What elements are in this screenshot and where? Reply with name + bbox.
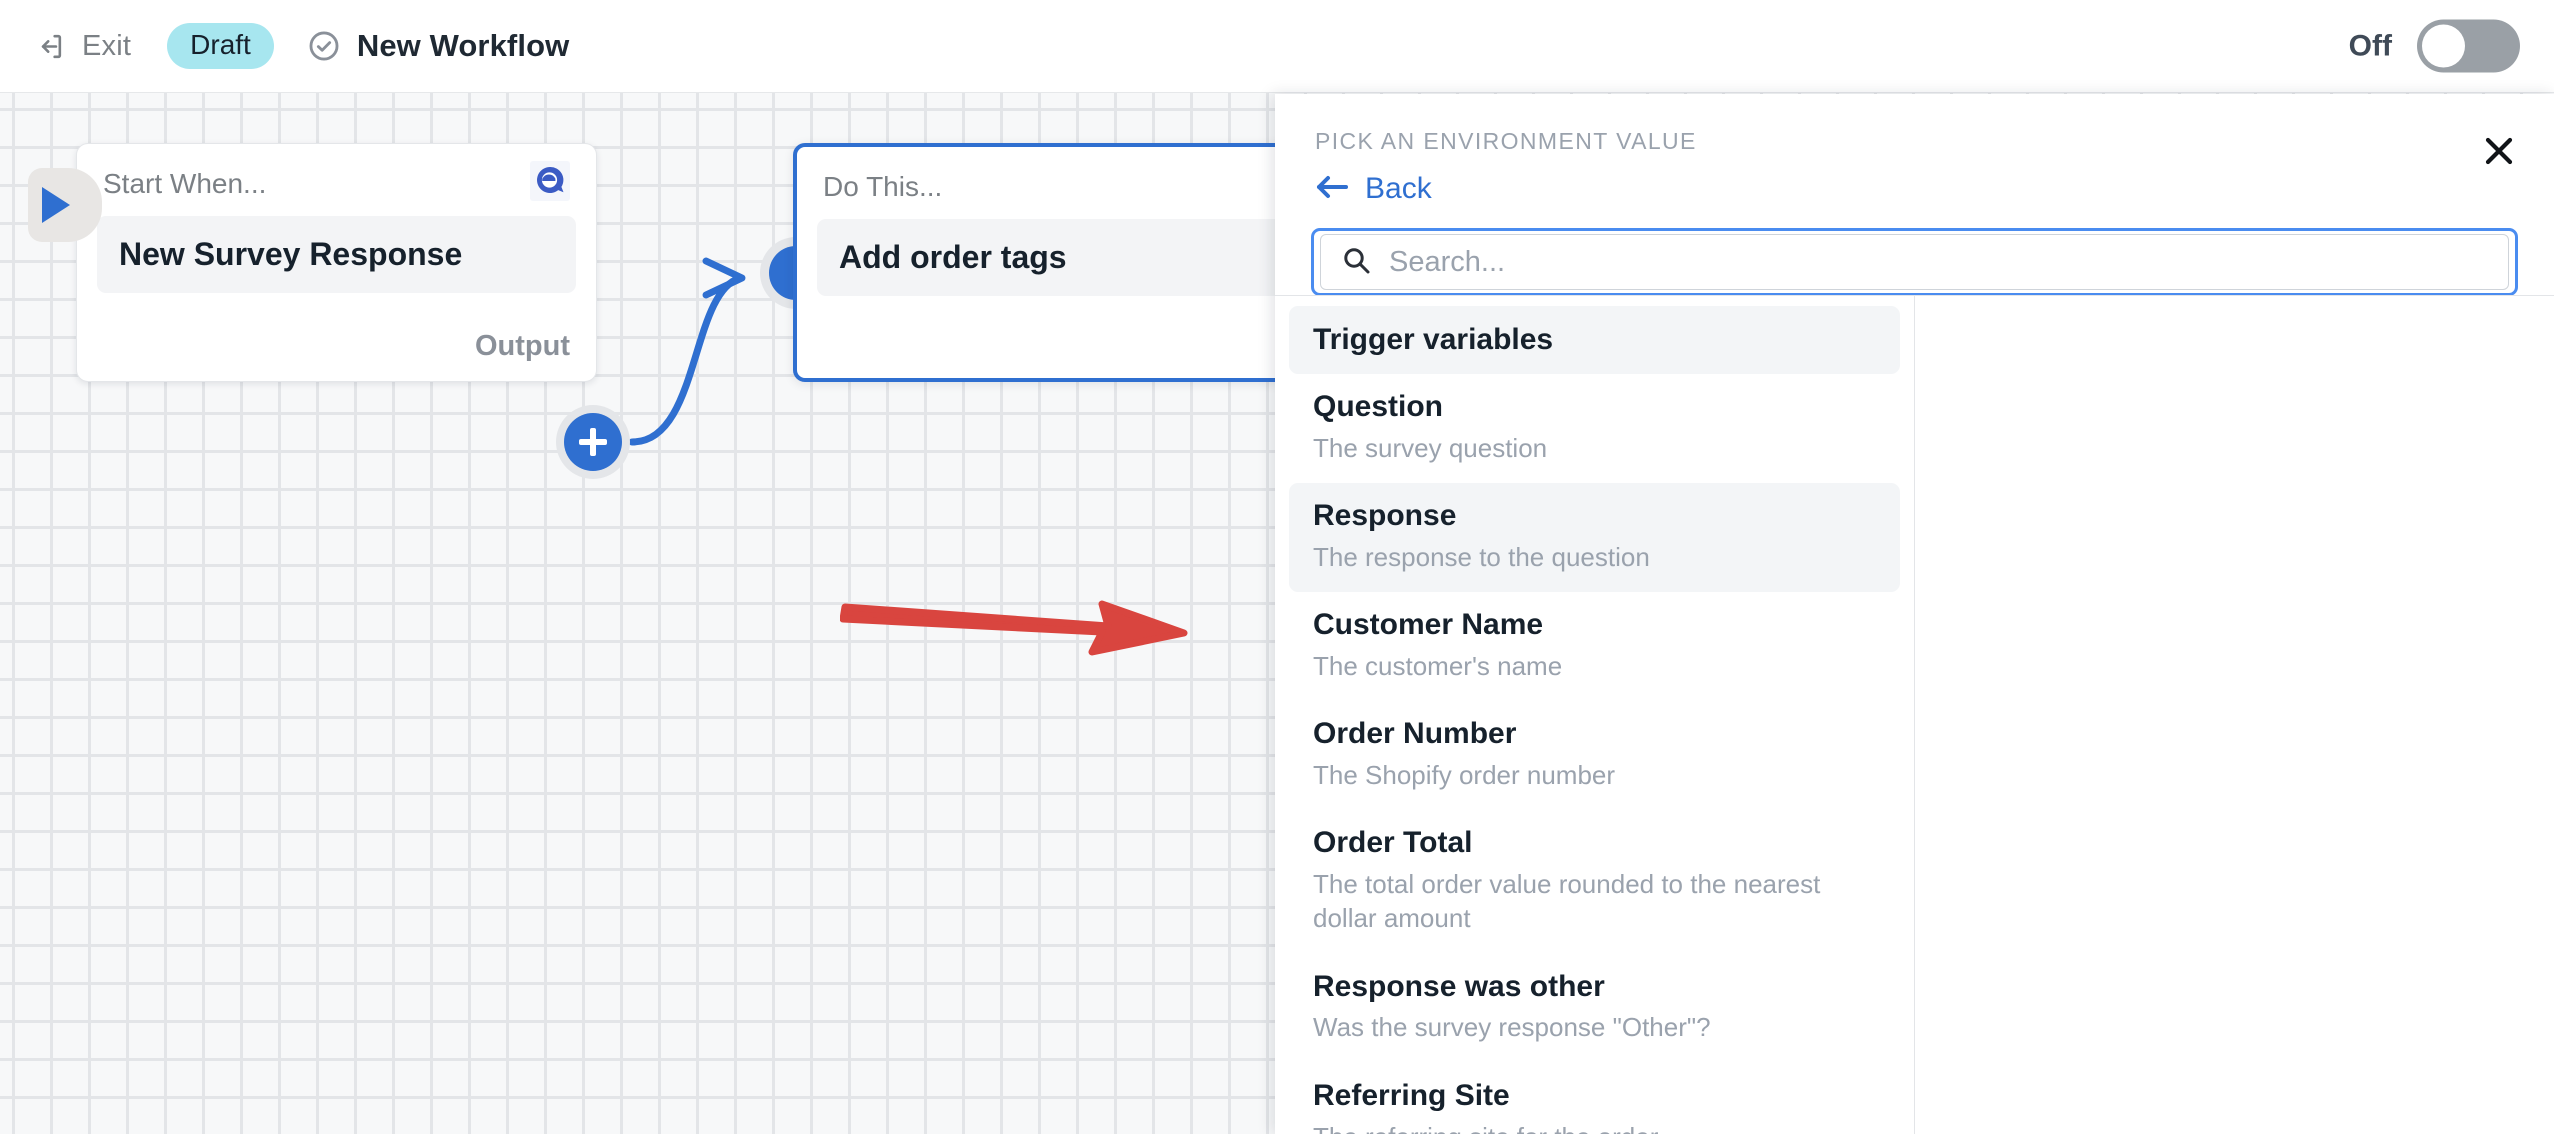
plus-icon [564, 413, 622, 471]
back-label: Back [1365, 172, 1432, 205]
toggle-knob [2422, 24, 2465, 68]
trigger-node-label: Start When... [103, 167, 267, 199]
annotation-arrow-icon [839, 588, 1190, 663]
list-item-title: Referring Site [1313, 1079, 1510, 1113]
list-item[interactable]: Referring Site The referring site for th… [1289, 1063, 1900, 1134]
variable-detail-pane [1915, 296, 2554, 1134]
workflow-editor-screen: Exit Draft New Workflow Off Start When..… [0, 0, 2554, 1134]
trigger-node-header: Start When... [77, 144, 596, 206]
panel-body: Trigger variables Question The survey qu… [1275, 295, 2554, 1134]
trigger-output-label: Output [474, 330, 570, 362]
list-item-title: Customer Name [1313, 608, 1544, 642]
list-item-title: Order Total [1313, 826, 1473, 860]
list-item[interactable]: Order Total The total order value rounde… [1289, 810, 1900, 954]
exit-button[interactable]: Exit [34, 30, 131, 63]
list-item-title: Question [1313, 390, 1444, 423]
variable-group-header: Trigger variables [1289, 306, 1900, 374]
list-item-title: Response was other [1313, 969, 1605, 1003]
list-item-desc: The total order value rounded to the nea… [1313, 868, 1821, 934]
search-field-inner [1320, 234, 2509, 290]
list-item-desc: The referring site for the order [1313, 1120, 1876, 1134]
back-button[interactable]: Back [1315, 172, 1432, 206]
panel-kicker: PICK AN ENVIRONMENT VALUE [1315, 128, 1697, 154]
arrow-left-icon [1315, 173, 1349, 206]
list-item[interactable]: Order Number The Shopify order number [1289, 701, 1900, 810]
survey-app-icon [530, 161, 570, 206]
workflow-enable-toggle-group: Off [2348, 19, 2520, 73]
list-item-desc: Was the survey response "Other"? [1313, 1012, 1711, 1043]
workflow-enable-toggle[interactable] [2417, 19, 2520, 73]
search-icon [1341, 245, 1371, 280]
page-title: New Workflow [356, 28, 570, 63]
list-item[interactable]: Response The response to the question [1289, 483, 1900, 593]
list-item-desc: The survey question [1313, 432, 1548, 463]
top-bar: Exit Draft New Workflow Off [0, 0, 2554, 93]
trigger-node-body: New Survey Response [97, 216, 576, 293]
exit-icon [34, 31, 65, 62]
trigger-node-title: New Survey Response [119, 236, 463, 272]
start-marker-icon [28, 168, 102, 242]
list-item-desc: The Shopify order number [1313, 759, 1616, 790]
check-circle-icon [307, 29, 341, 63]
list-item-desc: The customer's name [1313, 650, 1563, 681]
variable-list[interactable]: Trigger variables Question The survey qu… [1275, 296, 1915, 1134]
action-node-label: Do This... [823, 170, 943, 202]
list-item[interactable]: Response was other Was the survey respon… [1289, 954, 1900, 1063]
list-item-title: Order Number [1313, 717, 1517, 751]
status-badge: Draft [167, 22, 274, 70]
environment-value-panel: PICK AN ENVIRONMENT VALUE Back Search...… [1275, 94, 2554, 1134]
trigger-node[interactable]: Start When... New Survey Response Output [28, 143, 597, 382]
panel-header: PICK AN ENVIRONMENT VALUE Back [1275, 94, 2554, 206]
list-item-desc: The response to the question [1313, 541, 1650, 572]
list-item[interactable]: Question The survey question [1289, 374, 1900, 483]
list-item-title: Response [1313, 499, 1457, 533]
add-step-button[interactable] [556, 405, 630, 479]
list-item[interactable]: Customer Name The customer's name [1289, 592, 1900, 701]
search-field-wrapper[interactable] [1311, 228, 2518, 296]
close-icon[interactable] [2480, 132, 2518, 170]
toggle-state-label: Off [2348, 29, 2392, 62]
exit-label: Exit [82, 29, 132, 62]
search-input[interactable] [1389, 245, 2488, 279]
